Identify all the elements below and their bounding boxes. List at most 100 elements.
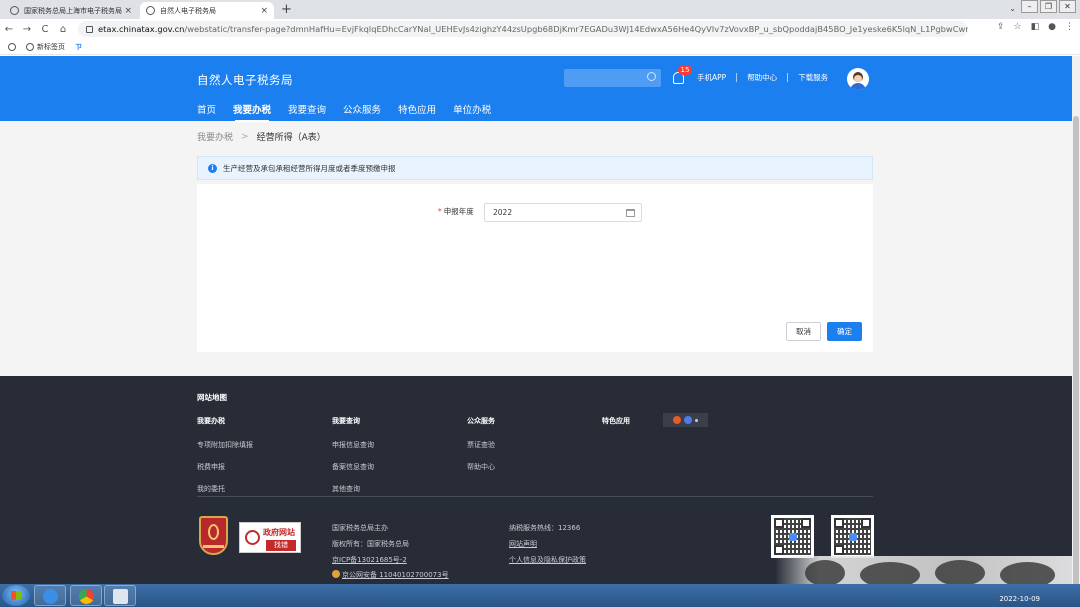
download-service-link[interactable]: 下载服务 [798,72,828,83]
nav-home[interactable]: 首页 [197,102,216,120]
close-tab-icon[interactable]: × [260,6,268,16]
nav-unit-tax[interactable]: 单位办税 [453,102,491,120]
footer-column-title[interactable]: 我要办税 [197,416,253,426]
police-badge-icon [332,570,340,578]
globe-icon [10,6,19,15]
share-icon[interactable]: ⇪ [997,22,1005,32]
site-footer: 网站地图 我要办税 专项附加扣除填报 税费申报 我的委托 我要查询 申报信息查询… [0,376,1080,584]
nav-query[interactable]: 我要查询 [288,102,326,120]
chevron-right-icon: > [241,131,249,142]
site-header: 自然人电子税务局 15 手机APP 帮助中心 下载服务 首页 我要办税 我要查询… [0,56,1080,122]
footer-column-title[interactable]: 我要查询 [332,416,374,426]
page-viewport: 自然人电子税务局 15 手机APP 帮助中心 下载服务 首页 我要办税 我要查询… [0,56,1080,584]
forward-icon[interactable]: → [18,24,36,35]
lock-icon [86,25,93,33]
home-icon[interactable]: ⌂ [54,24,72,35]
bookmark-star-icon[interactable]: ☆ [1014,22,1022,32]
avatar[interactable] [847,68,869,90]
address-bar-row: ← → C ⌂ etax.chinatax.gov.cn /webstatic/… [0,19,1080,39]
search-input[interactable] [564,69,661,87]
notice-text: 生产经营及承包承租经营所得月度或者季度预缴申报 [223,163,396,173]
restore-icon[interactable]: ❐ [1040,0,1057,13]
noise-blot [860,562,920,584]
footer-link[interactable]: 申报信息查询 [332,440,374,450]
noise-blot [1000,562,1055,584]
browser-tab-active[interactable]: 自然人电子税务局 × [140,2,274,19]
nav-public-service[interactable]: 公众服务 [343,102,381,120]
menu-icon[interactable]: ⋮ [1065,22,1074,32]
help-center-link[interactable]: 帮助中心 [747,72,777,83]
privacy-link[interactable]: 个人信息及隐私保护政策 [509,555,586,565]
globe-icon [146,6,155,15]
taskbar-app[interactable] [104,585,136,606]
cancel-button[interactable]: 取消 [786,322,821,341]
globe-icon [26,42,34,51]
nav-featured-apps[interactable]: 特色应用 [398,102,436,120]
footer-link[interactable]: 其他查询 [332,484,374,494]
url-domain: etax.chinatax.gov.cn [98,24,185,34]
gov-badge-title: 政府网站 [263,528,295,537]
browser-actions: ⇪ ☆ ◧ ● ⋮ [997,22,1074,32]
tab-title: 国家税务总局上海市电子税务局 [24,6,122,15]
avatar-face [854,75,862,82]
search-icon[interactable] [647,72,656,81]
minimize-icon[interactable]: – [1021,0,1038,13]
footer-column-title[interactable]: 特色应用 [602,416,630,426]
bookmark-label: ㄗ [75,42,82,51]
tab-search-icon[interactable]: ⌄ [1009,4,1016,13]
mobile-app-link[interactable]: 手机APP [697,72,726,83]
qr-code [771,515,814,558]
sidebar-icon[interactable]: ◧ [1031,22,1040,32]
bookmark-item[interactable]: ㄗ [75,42,82,52]
help-icon[interactable] [684,416,692,424]
year-picker[interactable]: 2022 [484,203,642,222]
new-tab-button[interactable]: + [281,2,292,17]
bookmark-label: 新标签页 [37,42,65,51]
icp-link[interactable]: 京ICP备13021685号-2 [332,555,407,565]
profile-icon[interactable]: ● [1048,22,1056,32]
info-icon: i [208,163,217,173]
more-icon[interactable] [695,418,698,422]
url-input[interactable]: etax.chinatax.gov.cn /webstatic/transfer… [78,21,968,37]
tool-icon[interactable] [673,416,681,424]
noise-blot [805,560,845,584]
qr-corner [801,518,811,528]
footer-link[interactable]: 我的委托 [197,484,253,494]
taskbar-date: 2022-10-09 [999,595,1040,603]
copyright-text: 版权所有：国家税务总局 [332,540,409,548]
chrome-icon [79,589,94,604]
footer-link[interactable]: 备案信息查询 [332,462,374,472]
breadcrumb-current: 经营所得（A表） [256,133,326,143]
page-scrollbar[interactable] [1072,56,1080,596]
close-tab-icon[interactable]: × [124,6,132,16]
bookmark-new-tab[interactable]: 新标签页 [26,42,65,52]
nav-tax-filing[interactable]: 我要办税 [233,102,271,122]
hotline-text: 纳税服务热线：12366 [509,524,581,532]
footer-link[interactable]: 帮助中心 [467,462,495,472]
qr-corner [861,518,871,528]
taskbar-chrome[interactable] [70,585,102,606]
calendar-icon[interactable] [626,209,635,217]
footer-link[interactable]: 税费申报 [197,462,253,472]
browser-tab[interactable]: 国家税务总局上海市电子税务局 × [4,2,138,19]
footer-link[interactable]: 专项附加扣除填报 [197,440,253,450]
accessibility-toolbar[interactable] [663,413,708,427]
screenshot-noise-overlay [775,556,1075,584]
tax-emblem-logo [199,516,228,555]
windows-logo-icon [11,591,21,600]
footer-link[interactable]: 票证查验 [467,440,495,450]
police-record-link[interactable]: 京公网安备 11040102700073号 [332,570,449,580]
gov-site-error-badge[interactable]: 政府网站 找错 [239,522,301,553]
reload-icon[interactable]: C [36,24,54,35]
taskbar-ie[interactable] [34,585,66,606]
notification-badge: 15 [678,65,692,75]
back-icon[interactable]: ← [0,24,18,35]
breadcrumb-parent[interactable]: 我要办税 [197,130,233,143]
footer-column-title[interactable]: 公众服务 [467,416,495,426]
close-window-icon[interactable]: ✕ [1059,0,1076,13]
confirm-button[interactable]: 确定 [827,322,862,341]
statement-link[interactable]: 网站声明 [509,539,537,549]
site-title[interactable]: 自然人电子税务局 [197,72,293,88]
scrollbar-thumb[interactable] [1073,116,1079,596]
start-button[interactable] [2,585,30,606]
